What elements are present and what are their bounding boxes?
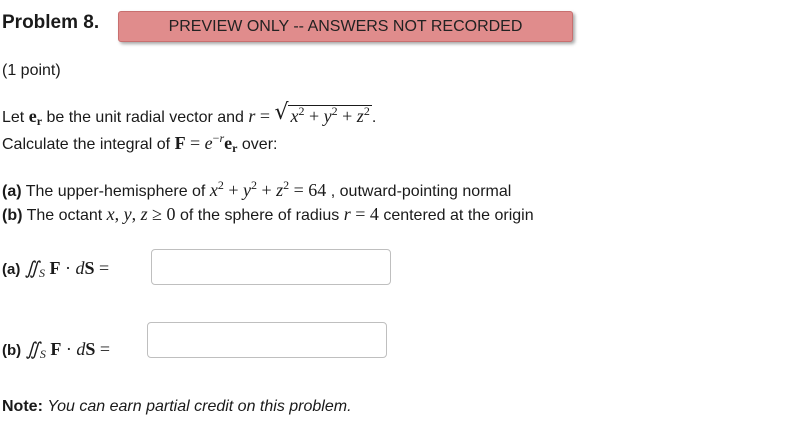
math-surface-integral-a: ∬S F · dS = — [24, 258, 110, 280]
math-r: r — [248, 106, 256, 126]
points-label: (1 point) — [2, 62, 61, 79]
answer-b-input[interactable] — [147, 322, 387, 358]
statement-line-2: Calculate the integral of F = e−rer over… — [2, 131, 278, 155]
part-a-text: (a) The upper-hemisphere of x2 + y2 + z2… — [2, 178, 512, 200]
answer-a-row: (a) ∬S F · dS = — [2, 258, 109, 281]
part-a-label: (a) — [2, 183, 22, 200]
note: Note: You can earn partial credit on thi… — [2, 398, 352, 415]
math-radius: r = 4 — [343, 204, 379, 224]
part-b-label: (b) — [2, 207, 23, 224]
statement-let: Let — [2, 109, 25, 126]
answer-b-label: (b) — [2, 342, 22, 359]
statement-over: over: — [241, 136, 278, 153]
math-sphere-eq: x2 + y2 + z2 = 64 — [209, 178, 327, 200]
math-e-r: er — [28, 106, 43, 128]
statement-line-1: Let er be the unit radial vector and r =… — [2, 100, 377, 128]
statement-calc: Calculate the integral of — [2, 136, 171, 153]
note-text: You can earn partial credit on this prob… — [47, 398, 352, 415]
part-b-text: (b) The octant x, y, z ≥ 0 of the sphere… — [2, 204, 534, 224]
preview-badge: PREVIEW ONLY -- ANSWERS NOT RECORDED — [118, 11, 573, 42]
math-octant: x, y, z ≥ 0 — [106, 204, 176, 224]
math-surface-integral-b: ∬S F · dS = — [25, 339, 110, 361]
statement-period: . — [371, 109, 377, 126]
answer-a-label: (a) — [2, 261, 21, 278]
answer-b-row: (b) ∬S F · dS = — [2, 339, 110, 362]
math-F: F — [174, 133, 186, 153]
problem-title: Problem 8. — [2, 12, 100, 33]
statement-be: be the unit radial vector and — [46, 109, 244, 126]
answer-a-input[interactable] — [151, 249, 391, 285]
note-label: Note — [2, 398, 38, 415]
math-sqrt: √ x2 + y2 + z2 — [274, 100, 372, 126]
